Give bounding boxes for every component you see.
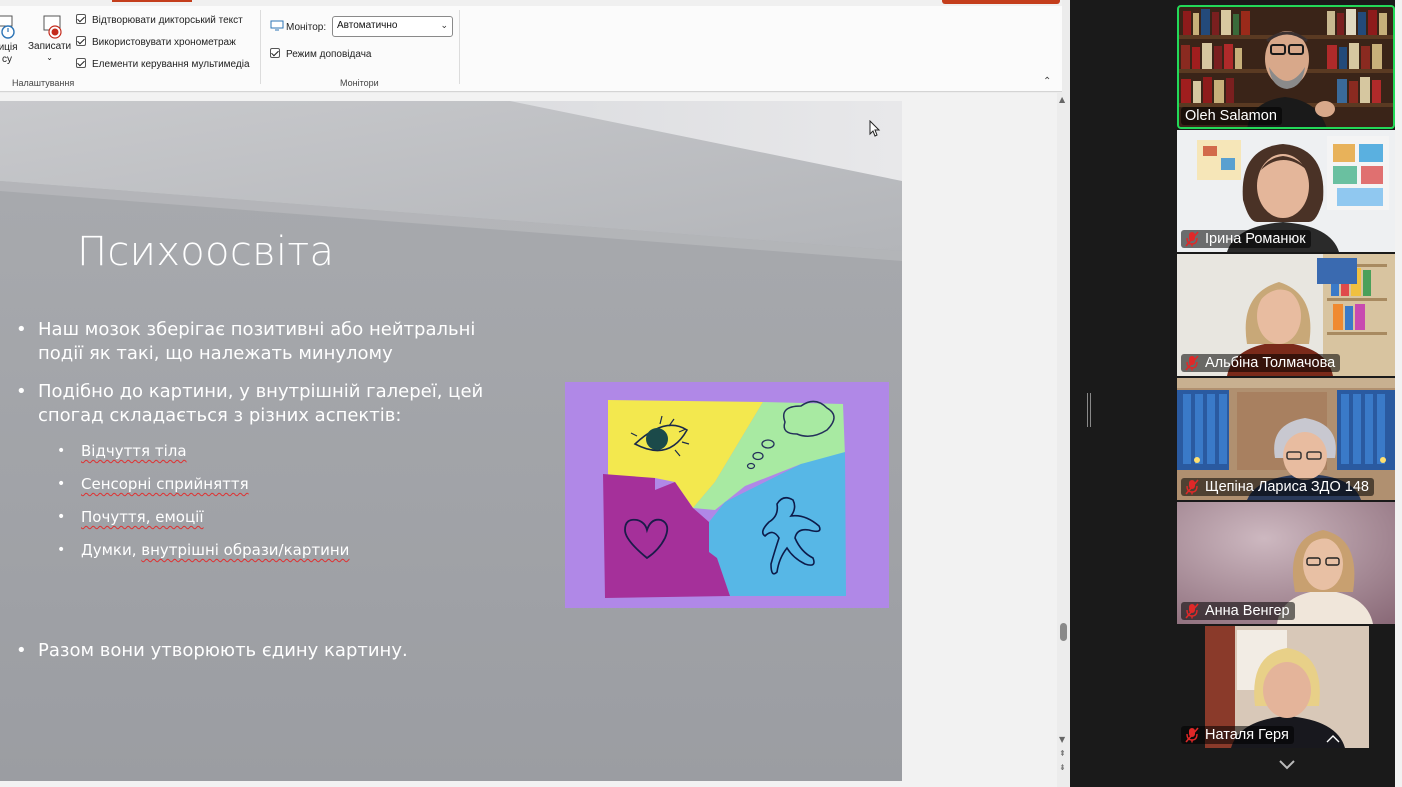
vertical-scrollbar[interactable]: ▲ ▼ ⇞ ⇟: [1057, 93, 1070, 787]
monitor-label-wrap: Монітор:: [270, 20, 326, 33]
collage-image: [565, 382, 889, 608]
subbullet-1: Відчуття тіла: [57, 441, 187, 461]
participant-tile[interactable]: Oleh Salamon: [1177, 5, 1395, 129]
bullet-3: Разом вони утворюють єдину картину.: [16, 639, 408, 663]
participant-gallery: Oleh Salamon Ірина Романюк Альбіна Толма…: [1176, 0, 1395, 787]
checkbox-icon[interactable]: [270, 48, 280, 58]
monitor-label: Монітор:: [286, 22, 327, 33]
resize-handle[interactable]: [1087, 393, 1091, 427]
record-label: Записати: [28, 41, 72, 52]
monitor-select[interactable]: Автоматично ⌄: [332, 16, 453, 37]
chevron-down-icon: ⌄: [440, 20, 448, 30]
record-button[interactable]: Записати ⌄: [28, 14, 71, 62]
participant-name: Альбіна Толмачова: [1181, 354, 1341, 372]
end-show-button[interactable]: [942, 0, 1060, 4]
bullet-2-line2: спогад складається з різних аспектів:: [38, 405, 402, 426]
subbullet-3-text: Почуття, емоції: [81, 508, 204, 526]
checkbox-narrations-label: Відтворювати дикторський текст: [92, 15, 243, 26]
subbullet-3: Почуття, емоції: [57, 507, 204, 527]
group-separator: [260, 10, 261, 84]
participant-name-text: Наталя Геря: [1205, 727, 1289, 743]
record-icon: [43, 15, 62, 39]
rehearse-label-2: су: [2, 54, 12, 65]
participant-name-text: Oleh Salamon: [1185, 108, 1277, 124]
checkbox-narrations[interactable]: Відтворювати дикторський текст: [76, 14, 243, 26]
participant-tile[interactable]: Щепіна Лариса ЗДО 148: [1177, 378, 1395, 500]
mic-muted-icon: [1185, 355, 1199, 371]
record-dropdown-icon[interactable]: ⌄: [46, 53, 53, 62]
bullet-1-line2: події як такі, що належать минулому: [38, 343, 393, 364]
next-slide-icon[interactable]: ⇟: [1059, 763, 1066, 772]
rehearse-timings-button[interactable]: тиція су: [0, 14, 18, 65]
slide: Психоосвіта Наш мозок зберігає позитивні…: [0, 101, 902, 781]
scroll-up-icon[interactable]: ▲: [1059, 95, 1065, 104]
participant-name-text: Анна Венгер: [1205, 603, 1290, 619]
bullet-1: Наш мозок зберігає позитивні або нейтрал…: [16, 318, 476, 366]
participant-tile[interactable]: Наталя Геря: [1177, 626, 1395, 748]
subbullet-4-pre: Думки,: [81, 541, 142, 559]
participant-name-text: Щепіна Лариса ЗДО 148: [1205, 479, 1369, 495]
subbullet-2: Сенсорні сприйняття: [57, 474, 249, 494]
participant-name: Щепіна Лариса ЗДО 148: [1181, 478, 1374, 496]
screen: тиція су Записати ⌄ Відтворювати дикторс…: [0, 0, 1402, 787]
monitor-select-value: Автоматично: [337, 20, 398, 31]
collapse-ribbon-icon[interactable]: ⌃: [1043, 76, 1051, 87]
group-label-monitors: Монітори: [340, 78, 379, 88]
subbullet-2-text: Сенсорні сприйняття: [81, 475, 249, 493]
subbullet-4: Думки, внутрішні образи/картини: [57, 540, 350, 560]
mic-muted-icon: [1185, 479, 1199, 495]
participant-name: Анна Венгер: [1181, 602, 1295, 620]
mic-muted-icon: [1185, 603, 1199, 619]
stopwatch-icon: [0, 15, 15, 39]
panel-divider: [1070, 0, 1176, 787]
slide-title: Психоосвіта: [77, 229, 335, 275]
checkbox-timings[interactable]: Використовувати хронометраж: [76, 36, 236, 48]
checkbox-icon[interactable]: [76, 36, 86, 46]
bullet-1-line1: Наш мозок зберігає позитивні або нейтрал…: [38, 319, 476, 340]
presenter-view-label: Режим доповідача: [286, 49, 372, 60]
bullet-2: Подібно до картини, у внутрішній галереї…: [16, 380, 484, 428]
ribbon: тиція су Записати ⌄ Відтворювати дикторс…: [0, 0, 1062, 92]
participant-tile[interactable]: Ірина Романюк: [1177, 130, 1395, 252]
active-tab-underline: [112, 0, 192, 2]
monitor-icon: [270, 20, 284, 31]
participant-tile[interactable]: Альбіна Толмачова: [1177, 254, 1395, 376]
rehearse-label: тиція: [0, 42, 18, 53]
checkbox-timings-label: Використовувати хронометраж: [92, 37, 236, 48]
participant-name: Oleh Salamon: [1181, 107, 1282, 125]
participant-name: Ірина Романюк: [1181, 230, 1311, 248]
checkbox-presenter-view[interactable]: Режим доповідача: [270, 48, 371, 60]
participant-tile[interactable]: Анна Венгер: [1177, 502, 1395, 624]
mic-muted-icon: [1185, 231, 1199, 247]
checkbox-media-label: Елементи керування мультимедіа: [92, 59, 250, 70]
previous-slide-icon[interactable]: ⇞: [1059, 749, 1066, 758]
group-separator: [459, 10, 460, 84]
window-edge: [1395, 0, 1402, 787]
mic-muted-icon: [1185, 727, 1199, 743]
mouse-cursor-icon: [869, 120, 881, 137]
participant-name-text: Альбіна Толмачова: [1205, 355, 1336, 371]
scrollbar-thumb[interactable]: [1060, 623, 1067, 641]
participant-name-text: Ірина Романюк: [1205, 231, 1306, 247]
participant-name: Наталя Геря: [1181, 726, 1294, 744]
checkbox-media-controls[interactable]: Елементи керування мультимедіа: [76, 58, 250, 70]
chevron-down-icon[interactable]: [1277, 758, 1297, 772]
checkbox-icon[interactable]: [76, 58, 86, 68]
group-label-settings: Налаштування: [12, 78, 75, 88]
subbullet-1-text: Відчуття тіла: [81, 442, 187, 460]
subbullet-4-text: внутрішні образи/картини: [141, 541, 350, 559]
scroll-down-icon[interactable]: ▼: [1059, 735, 1065, 744]
checkbox-icon[interactable]: [76, 14, 86, 24]
bullet-2-line1: Подібно до картини, у внутрішній галереї…: [38, 381, 484, 402]
shared-screen: тиція су Записати ⌄ Відтворювати дикторс…: [0, 0, 1070, 787]
